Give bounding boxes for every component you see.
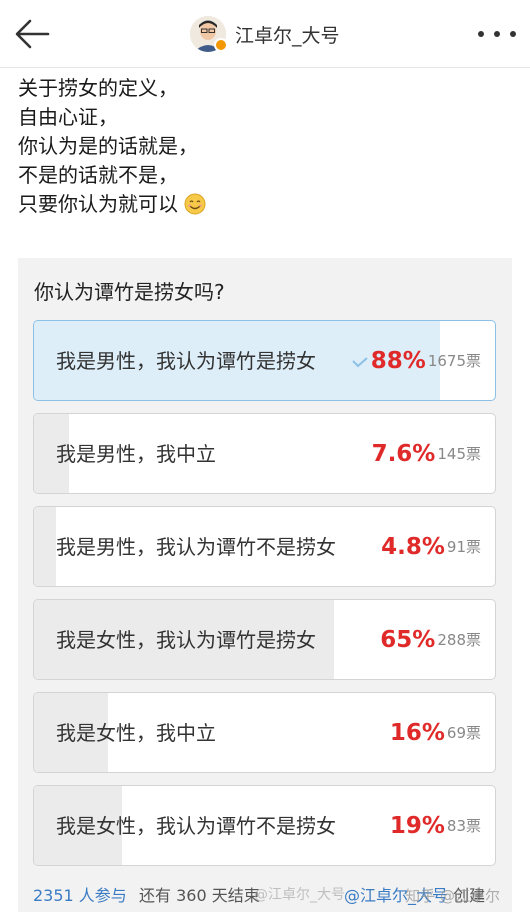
option-votes: 83票 [446, 817, 481, 835]
post-line: 不是的话就不是， [18, 163, 178, 187]
option-percent: 4.8% [381, 533, 445, 560]
poll-option[interactable]: 我是男性，我认为谭竹不是捞女 4.8% 91票 [33, 506, 496, 587]
top-bar: 江卓尔_大号 [0, 0, 530, 68]
option-votes: 91票 [446, 538, 481, 556]
post-line: 自由心证， [18, 105, 118, 129]
poll-card: 你认为谭竹是捞女吗? 我是男性，我认为谭竹是捞女 88% 1675票 我是男性，… [18, 258, 512, 912]
option-label: 我是女性，我认为谭竹不是捞女 [56, 813, 336, 838]
author-name[interactable]: 江卓尔_大号 [235, 21, 340, 48]
poll-option[interactable]: 我是男性，我中立 7.6% 145票 [33, 413, 496, 494]
option-votes: 1675票 [427, 352, 481, 370]
option-percent: 65% [380, 626, 436, 653]
option-percent: 7.6% [371, 440, 436, 467]
result-bar [34, 507, 57, 586]
option-percent: 88% [370, 347, 426, 374]
post-line: 关于捞女的定义， [18, 76, 178, 100]
time-remaining: 还有 360 天结束 [139, 886, 260, 905]
option-votes: 288票 [437, 631, 481, 649]
option-label: 我是女性，我中立 [56, 720, 216, 745]
verified-badge-icon [214, 38, 228, 52]
post-line-with-emoji: 只要你认为就可以 [18, 190, 518, 219]
option-votes: 145票 [437, 445, 481, 463]
post-line: 只要你认为就可以 [18, 192, 178, 216]
participants-count[interactable]: 2351 人参与 [33, 882, 127, 906]
poll-option[interactable]: 我是女性，我认为谭竹是捞女 65% 288票 [33, 599, 496, 680]
option-votes: 69票 [446, 724, 481, 742]
poll-option[interactable]: 我是女性，我认为谭竹不是捞女 19% 83票 [33, 785, 496, 866]
post-text: 关于捞女的定义， 自由心证， 你认为是的话就是， 不是的话就不是， 只要你认为就… [18, 74, 518, 219]
option-percent: 16% [389, 719, 445, 746]
option-label: 我是男性，我认为谭竹是捞女 [56, 348, 316, 373]
weibo-watermark: @江卓尔_大号 [254, 887, 345, 903]
back-arrow-icon[interactable] [12, 16, 52, 52]
poll-question: 你认为谭竹是捞女吗? [34, 280, 225, 304]
option-percent: 19% [389, 812, 445, 839]
post-line: 你认为是的话就是， [18, 134, 198, 158]
poll-footer: 2351 人参与 还有 360 天结束 @江卓尔_大号 创建 @江卓尔_大号 知… [18, 876, 512, 912]
option-label: 我是男性，我认为谭竹不是捞女 [56, 534, 336, 559]
selected-check-icon [352, 357, 368, 368]
option-label: 我是女性，我认为谭竹是捞女 [56, 627, 316, 652]
author-info[interactable]: 江卓尔_大号 [190, 14, 340, 54]
poll-option[interactable]: 我是女性，我中立 16% 69票 [33, 692, 496, 773]
zhihu-watermark: 知乎 @江卓尔 [405, 887, 500, 905]
option-label: 我是男性，我中立 [56, 441, 216, 466]
more-options-icon[interactable] [478, 24, 516, 44]
smile-emoji-icon [184, 193, 206, 215]
poll-option[interactable]: 我是男性，我认为谭竹是捞女 88% 1675票 [33, 320, 496, 401]
